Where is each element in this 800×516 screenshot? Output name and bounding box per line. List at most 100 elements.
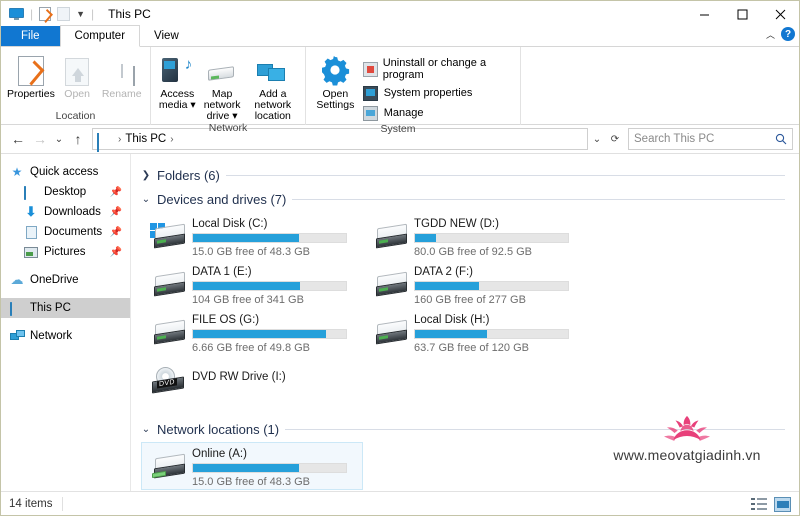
drive-name: TGDD NEW (D:) [414,218,499,230]
help-icon[interactable]: ? [781,27,795,41]
chevron-down-icon[interactable]: ⌄ [141,424,151,435]
address-dropdown-icon[interactable]: ⌄ [588,128,606,150]
uninstall-program-label: Uninstall or change a program [382,57,487,81]
chevron-down-icon[interactable]: ⌄ [141,194,151,205]
manage-icon [363,105,379,121]
maximize-button[interactable] [723,1,761,27]
open-settings-label: Open Settings [316,88,355,111]
tab-computer[interactable]: Computer [59,25,141,47]
sidebar-item-network[interactable]: Network [1,326,130,346]
refresh-icon[interactable]: ⟳ [606,128,624,150]
map-network-drive-button[interactable]: Map network drive ▾ [198,51,247,122]
drive-name: DATA 1 (E:) [192,266,252,278]
network-location-usage-bar [192,463,347,473]
group-header-devices[interactable]: ⌄ Devices and drives (7) [141,188,799,210]
drive-tile-f[interactable]: DATA 2 (F:) 160 GB free of 277 GB [363,260,585,308]
properties-button[interactable]: Properties [7,51,55,100]
sidebar-item-pictures[interactable]: Pictures 📌 [1,242,130,262]
network-location-name: Online (A:) [192,448,247,460]
up-arrow-icon[interactable]: ↑ [67,127,89,151]
network-location-tile-online[interactable]: Online (A:) 15.0 GB free of 48.3 GB [141,442,363,490]
drive-icon [370,217,414,257]
desktop-icon [23,185,39,200]
star-icon: ★ [11,165,23,179]
open-settings-button[interactable]: Open Settings [312,51,359,111]
open-button[interactable]: Open [55,51,100,100]
forward-arrow-icon[interactable]: → [29,127,51,151]
add-network-location-label: Add a network location [254,88,292,122]
system-properties-item[interactable]: System properties [363,83,514,103]
drive-tile-h[interactable]: Local Disk (H:) 63.7 GB free of 120 GB [363,308,585,356]
this-pc-icon [97,132,111,152]
drive-tile-dvd[interactable]: DVD DVD RW Drive (I:) [141,356,363,404]
drive-usage-bar [414,281,569,291]
drive-tile-e[interactable]: DATA 1 (E:) 104 GB free of 341 GB [141,260,363,308]
file-explorer-window: | ▼ | This PC File Computer View ︿ ? Pro… [0,0,800,516]
ribbon-tab-right-controls: ︿ ? [766,27,795,41]
ribbon-group-location: Properties Open Rename Location [1,47,151,125]
large-icons-view-icon[interactable] [774,497,791,512]
sidebar-gap-2 [1,290,130,298]
sidebar-item-onedrive[interactable]: ☁ OneDrive [1,270,130,290]
drive-name: DATA 2 (F:) [414,266,473,278]
close-button[interactable] [761,1,799,27]
navigation-pane: ★ Quick access Desktop 📌 ⬇ Downloads 📌 D… [1,154,131,507]
minimize-button[interactable] [685,1,723,27]
dropdown-caret-icon[interactable]: ▼ [76,9,85,19]
search-input[interactable]: Search This PC [628,128,793,150]
drive-tile-c[interactable]: Local Disk (C:) 15.0 GB free of 48.3 GB [141,212,363,260]
drive-free-space: 104 GB free of 341 GB [192,294,304,306]
system-properties-label: System properties [383,87,473,99]
pin-icon[interactable]: 📌 [110,227,122,238]
manage-item[interactable]: Manage [363,103,514,123]
tab-file[interactable]: File [1,26,60,46]
network-icon [9,330,25,342]
recent-locations-icon[interactable]: ⌄ [51,127,67,151]
chevron-up-icon[interactable]: ︿ [766,28,775,41]
sidebar-item-documents[interactable]: Documents 📌 [1,222,130,242]
add-network-location-button[interactable]: Add a network location [247,51,299,122]
access-media-icon: ♪ [162,54,192,86]
network-location-free-space: 15.0 GB free of 48.3 GB [192,476,311,488]
access-media-button[interactable]: ♪ Access media ▾ [157,51,198,111]
explorer-body: ★ Quick access Desktop 📌 ⬇ Downloads 📌 D… [1,153,799,507]
drive-usage-bar [192,233,347,243]
network-drive-icon [148,447,192,487]
status-item-count: 14 items [9,497,53,510]
group-header-folders[interactable]: ❯ Folders (6) [141,164,799,186]
drive-free-space: 15.0 GB free of 48.3 GB [192,246,311,258]
sidebar-item-this-pc[interactable]: This PC [1,298,130,318]
properties-icon[interactable] [39,7,52,21]
chevron-right-icon[interactable]: ❯ [141,170,151,181]
qat-divider: | [30,7,34,21]
monitor-icon[interactable] [9,8,24,20]
drive-name: FILE OS (G:) [192,314,260,326]
drive-tile-d[interactable]: TGDD NEW (D:) 80.0 GB free of 92.5 GB [363,212,585,260]
drive-usage-bar [192,329,347,339]
pin-icon[interactable]: 📌 [110,247,122,258]
uninstall-program-item[interactable]: Uninstall or change a program [362,55,514,83]
details-view-icon[interactable] [751,497,768,512]
access-media-label: Access media ▾ [158,88,196,111]
sidebar-item-desktop[interactable]: Desktop 📌 [1,182,130,202]
group-label-network-locations: Network locations (1) [157,421,280,437]
tab-view[interactable]: View [140,26,193,46]
back-arrow-icon[interactable]: ← [7,127,29,151]
pin-icon[interactable]: 📌 [110,187,122,198]
ribbon-empty-area [521,47,799,124]
sidebar-label-downloads: Downloads [44,206,101,218]
sidebar-item-quick-access[interactable]: ★ Quick access [1,162,130,182]
sidebar-label-quick-access: Quick access [30,166,99,178]
sidebar-item-downloads[interactable]: ⬇ Downloads 📌 [1,202,130,222]
search-placeholder: Search This PC [634,133,715,145]
rename-button[interactable]: Rename [99,51,144,100]
group-divider [225,174,785,176]
drive-tile-g[interactable]: FILE OS (G:) 6.66 GB free of 49.8 GB [141,308,363,356]
ribbon-tabs: File Computer View ︿ ? [1,25,799,47]
window-title: This PC [108,7,151,21]
dvd-drive-icon: DVD [148,361,192,401]
blank-icon[interactable] [57,7,71,21]
properties-icon [17,54,44,86]
pin-icon[interactable]: 📌 [110,207,122,218]
